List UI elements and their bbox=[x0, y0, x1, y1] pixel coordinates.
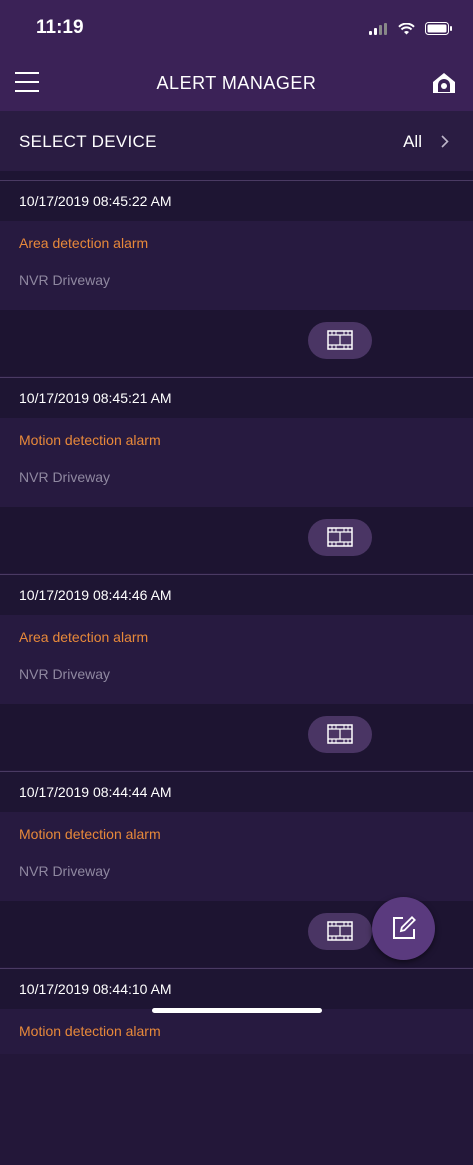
alert-device-row: NVR Driveway bbox=[0, 857, 473, 901]
film-strip-icon bbox=[327, 724, 353, 744]
status-time: 11:19 bbox=[36, 17, 84, 38]
page-title: ALERT MANAGER bbox=[156, 73, 317, 93]
edit-button[interactable] bbox=[372, 897, 435, 960]
select-device-value: All bbox=[403, 132, 422, 151]
alert-device-row: NVR Driveway bbox=[0, 266, 473, 310]
alert-device: NVR Driveway bbox=[19, 863, 111, 879]
alert-type: Motion detection alarm bbox=[19, 1023, 161, 1039]
chevron-right-icon bbox=[441, 135, 449, 148]
home-indicator bbox=[152, 1008, 322, 1013]
alert-type-row: Motion detection alarm bbox=[0, 418, 473, 463]
alert-type: Motion detection alarm bbox=[19, 432, 161, 448]
alert-timestamp-row: 10/17/2019 08:44:46 AM bbox=[0, 575, 473, 615]
alert-device-row: NVR Driveway bbox=[0, 463, 473, 507]
film-strip-icon bbox=[327, 527, 353, 547]
alert-timestamp-row: 10/17/2019 08:44:10 AM bbox=[0, 969, 473, 1009]
play-video-button[interactable] bbox=[308, 322, 372, 359]
alert-type: Motion detection alarm bbox=[19, 826, 161, 842]
status-bar: 11:19 bbox=[0, 0, 473, 56]
alert-item[interactable]: 10/17/2019 08:44:46 AM Area detection al… bbox=[0, 574, 473, 771]
wifi-icon bbox=[397, 22, 415, 35]
home-icon bbox=[433, 73, 455, 93]
app-header: ALERT MANAGER bbox=[0, 56, 473, 111]
alert-timestamp: 10/17/2019 08:44:44 AM bbox=[19, 784, 172, 800]
alert-item[interactable]: 10/17/2019 08:45:22 AM Area detection al… bbox=[0, 180, 473, 377]
alert-device: NVR Driveway bbox=[19, 272, 111, 288]
alert-type: Area detection alarm bbox=[19, 235, 149, 251]
alert-actions bbox=[0, 507, 473, 573]
status-icons bbox=[363, 20, 453, 36]
film-strip-icon bbox=[327, 921, 353, 941]
alert-timestamp-row: 10/17/2019 08:45:21 AM bbox=[0, 378, 473, 418]
alert-actions bbox=[0, 310, 473, 376]
alert-timestamp: 10/17/2019 08:44:10 AM bbox=[19, 981, 172, 997]
alert-device: NVR Driveway bbox=[19, 666, 111, 682]
battery-icon bbox=[425, 22, 452, 36]
alert-type-row: Area detection alarm bbox=[0, 221, 473, 266]
alert-timestamp: 10/17/2019 08:45:22 AM bbox=[19, 193, 172, 209]
home-button[interactable] bbox=[431, 70, 457, 96]
play-video-button[interactable] bbox=[308, 716, 372, 753]
alert-type-row: Motion detection alarm bbox=[0, 1009, 473, 1054]
alert-device: NVR Driveway bbox=[19, 469, 111, 485]
alert-timestamp-row: 10/17/2019 08:44:44 AM bbox=[0, 772, 473, 812]
select-device-row[interactable]: SELECT DEVICE All bbox=[0, 111, 473, 171]
alert-list: 10/17/2019 08:45:22 AM Area detection al… bbox=[0, 180, 473, 1165]
alert-type-row: Area detection alarm bbox=[0, 615, 473, 660]
alert-type: Area detection alarm bbox=[19, 629, 149, 645]
play-video-button[interactable] bbox=[308, 519, 372, 556]
alert-type-row: Motion detection alarm bbox=[0, 812, 473, 857]
alert-timestamp: 10/17/2019 08:45:21 AM bbox=[19, 390, 172, 406]
alert-item[interactable]: 10/17/2019 08:44:10 AM Motion detection … bbox=[0, 968, 473, 1165]
alert-timestamp: 10/17/2019 08:44:46 AM bbox=[19, 587, 172, 603]
alert-timestamp-row: 10/17/2019 08:45:22 AM bbox=[0, 181, 473, 221]
cellular-signal-icon bbox=[369, 22, 388, 35]
play-video-button[interactable] bbox=[308, 913, 372, 950]
edit-icon bbox=[393, 916, 416, 939]
film-strip-icon bbox=[327, 330, 353, 350]
alert-item[interactable]: 10/17/2019 08:45:21 AM Motion detection … bbox=[0, 377, 473, 574]
alert-actions bbox=[0, 704, 473, 770]
alert-device-row: NVR Driveway bbox=[0, 660, 473, 704]
select-device-label: SELECT DEVICE bbox=[19, 132, 157, 151]
